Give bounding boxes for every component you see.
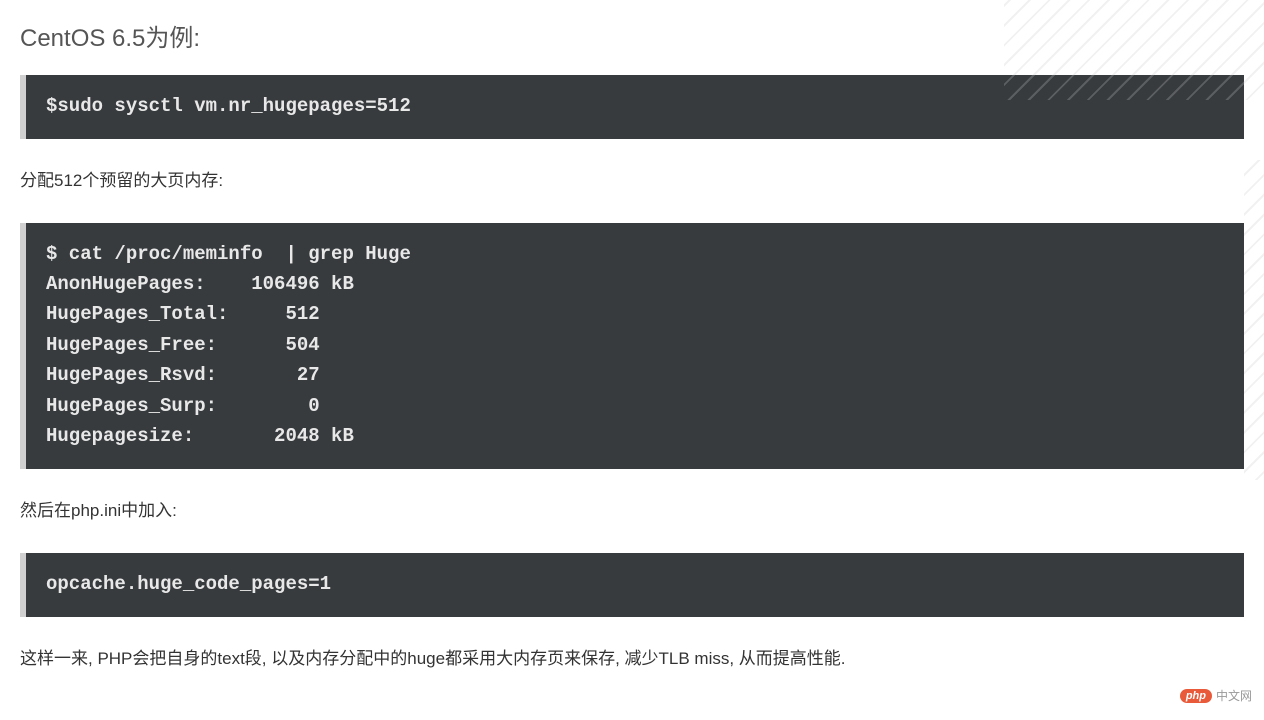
article-content: CentOS 6.5为例: $sudo sysctl vm.nr_hugepag… [0, 0, 1264, 720]
paragraph-2: 然后在php.ini中加入: [20, 497, 1244, 524]
watermark-text: 中文网 [1216, 687, 1252, 704]
code-block-3: opcache.huge_code_pages=1 [20, 553, 1244, 617]
code-block-1: $sudo sysctl vm.nr_hugepages=512 [20, 75, 1244, 139]
section-heading: CentOS 6.5为例: [20, 18, 1244, 53]
watermark-badge: php [1180, 689, 1212, 703]
paragraph-3: 这样一来, PHP会把自身的text段, 以及内存分配中的huge都采用大内存页… [20, 645, 1244, 672]
site-watermark: php 中文网 [1180, 687, 1252, 704]
code-block-2: $ cat /proc/meminfo | grep Huge AnonHuge… [20, 223, 1244, 470]
decorative-lines-mid [1244, 160, 1264, 480]
paragraph-1: 分配512个预留的大页内存: [20, 167, 1244, 194]
